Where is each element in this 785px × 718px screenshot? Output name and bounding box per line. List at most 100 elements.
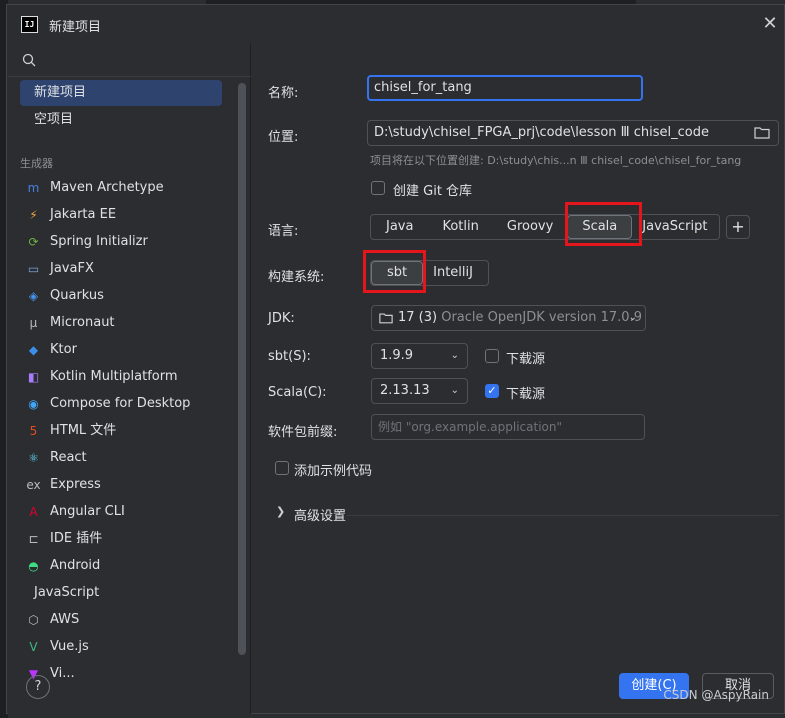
location-value: D:\study\chisel_FPGA_prj\code\lesson Ⅲ c… <box>374 125 709 140</box>
sidebar-item-aws[interactable]: ⬡ AWS <box>20 607 222 633</box>
sidebar-item-angular-cli[interactable]: A Angular CLI <box>20 499 222 525</box>
sidebar-item-label: Quarkus <box>50 288 104 303</box>
javafx-icon: ▭ <box>27 262 40 276</box>
sidebar: 新建项目 空项目 生成器 m Maven Archetype ⚡ Jakarta EE… <box>8 43 251 714</box>
sidebar-item-label: Micronaut <box>50 315 115 330</box>
sidebar-item-react[interactable]: ⚛ React <box>20 445 222 471</box>
sidebar-item-label: HTML 文件 <box>50 423 117 438</box>
jdk-dropdown[interactable]: 17 (3) Oracle OpenJDK version 17.0.9 ⌄ <box>371 305 646 331</box>
sidebar-item-label: 新建项目 <box>34 85 87 100</box>
sidebar-item-label: Express <box>50 477 101 492</box>
sidebar-item-javafx[interactable]: ▭ JavaFX <box>20 256 222 282</box>
scala-version-dropdown[interactable]: 2.13.13 ⌄ <box>371 378 468 404</box>
react-icon: ⚛ <box>28 451 39 465</box>
sidebar-item-jakarta-ee[interactable]: ⚡ Jakarta EE <box>20 202 222 228</box>
sidebar-item-label: Compose for Desktop <box>50 396 191 411</box>
aws-icon: ⬡ <box>28 613 39 627</box>
angular-cli-icon: A <box>29 505 38 519</box>
sidebar-item-compose-for-desktop[interactable]: ◉ Compose for Desktop <box>20 391 222 417</box>
sidebar-item-new-project[interactable]: 新建项目 <box>20 80 222 106</box>
sidebar-item-label: Spring Initializr <box>50 234 148 249</box>
location-label: 位置: <box>268 130 299 145</box>
sidebar-item-label: JavaFX <box>50 261 94 276</box>
sidebar-item-express[interactable]: ex Express <box>20 472 222 498</box>
csdn-watermark: CSDN @AspyRain <box>663 688 769 702</box>
sidebar-item-label: Ktor <box>50 342 77 357</box>
advanced-settings-toggle[interactable]: 高级设置 <box>294 505 346 524</box>
jdk-version: 17 (3) <box>398 310 438 325</box>
language-option-kotlin[interactable]: Kotlin <box>428 215 492 239</box>
sidebar-item-label: IDE 插件 <box>50 531 103 546</box>
sidebar-item-label: React <box>50 450 87 465</box>
sample-code-checkbox[interactable] <box>275 461 289 475</box>
build-highlight-box <box>363 250 426 293</box>
sidebar-item-quarkus[interactable]: ◈ Quarkus <box>20 283 222 309</box>
sidebar-item-html[interactable]: 5 HTML 文件 <box>20 418 222 444</box>
sidebar-item-vue-js[interactable]: V Vue.js <box>20 634 222 660</box>
ide-icon: ⊏ <box>28 532 39 546</box>
close-icon[interactable]: ✕ <box>760 14 780 34</box>
sidebar-item-micronaut[interactable]: μ Micronaut <box>20 310 222 336</box>
sidebar-item-vi[interactable]: ▼ Vi... <box>20 661 222 687</box>
sidebar-item-empty-project[interactable]: 空项目 <box>20 107 222 133</box>
chevron-right-icon[interactable]: ❯ <box>276 505 285 518</box>
help-button[interactable]: ? <box>26 675 50 699</box>
sidebar-item-label: 空项目 <box>34 112 74 127</box>
build-option-intellij[interactable]: IntelliJ <box>423 261 483 285</box>
sidebar-item-javascript[interactable]: JavaScript <box>20 580 222 606</box>
sample-code-label: 添加示例代码 <box>294 464 373 479</box>
sidebar-item-label: Android <box>50 558 101 573</box>
language-option-java[interactable]: Java <box>371 215 428 239</box>
name-field[interactable]: chisel_for_tang <box>367 75 643 101</box>
sidebar-item-ide[interactable]: ⊏ IDE 插件 <box>20 526 222 552</box>
language-option-groovy[interactable]: Groovy <box>493 215 567 239</box>
package-prefix-field[interactable]: 例如 "org.example.application" <box>371 414 645 440</box>
sidebar-item-kotlin-multiplatform[interactable]: ◧ Kotlin Multiplatform <box>20 364 222 390</box>
sidebar-item-label: Angular CLI <box>50 504 125 519</box>
chevron-down-icon: ⌄ <box>450 385 459 396</box>
search-icon <box>22 53 36 67</box>
build-system-label: 构建系统: <box>268 270 325 285</box>
location-hint: 项目将在以下位置创建: D:\study\chis...n Ⅲ chisel_c… <box>370 154 742 167</box>
location-field[interactable]: D:\study\chisel_FPGA_prj\code\lesson Ⅲ c… <box>367 120 779 146</box>
sidebar-item-label: Maven Archetype <box>50 180 164 195</box>
add-language-button[interactable]: + <box>726 215 750 239</box>
sidebar-item-android[interactable]: ◓ Android <box>20 553 222 579</box>
name-label: 名称: <box>268 86 299 101</box>
dialog-title: 新建项目 <box>49 20 102 35</box>
chevron-down-icon: ⌄ <box>628 312 637 323</box>
sidebar-group-generators: 生成器 <box>20 157 53 170</box>
language-label: 语言: <box>268 224 299 239</box>
spring-initializr-icon: ⟳ <box>28 235 39 249</box>
ktor-icon: ◆ <box>28 343 39 357</box>
scala-download-checkbox[interactable]: ✓ <box>485 384 499 398</box>
sidebar-item-label: JavaScript <box>34 585 100 600</box>
micronaut-icon: μ <box>29 316 38 330</box>
sidebar-search[interactable] <box>8 43 251 77</box>
html-icon: 5 <box>29 424 38 438</box>
maven-archetype-icon: m <box>27 181 40 195</box>
sbt-version-dropdown[interactable]: 1.9.9 ⌄ <box>371 343 468 369</box>
sidebar-item-ktor[interactable]: ◆ Ktor <box>20 337 222 363</box>
scala-download-label: 下载源 <box>506 387 546 402</box>
folder-icon[interactable] <box>754 126 770 139</box>
sbt-download-label: 下载源 <box>506 352 546 367</box>
title-bar: IJ 新建项目 ✕ <box>7 5 784 43</box>
sidebar-scrollbar[interactable] <box>238 83 246 655</box>
advanced-divider <box>347 515 779 516</box>
chevron-down-icon: ⌄ <box>450 350 459 361</box>
sbt-download-checkbox[interactable] <box>485 349 499 363</box>
sidebar-item-label: AWS <box>50 612 80 627</box>
sbt-label: sbt(S): <box>268 349 311 364</box>
sidebar-item-spring-initializr[interactable]: ⟳ Spring Initializr <box>20 229 222 255</box>
sidebar-item-label: Vue.js <box>50 639 89 654</box>
kotlin-multiplatform-icon: ◧ <box>27 370 40 384</box>
language-option-javascript[interactable]: JavaScript <box>632 215 717 239</box>
sidebar-item-label: Kotlin Multiplatform <box>50 369 178 384</box>
git-repo-checkbox[interactable] <box>371 181 385 195</box>
jakarta-ee-icon: ⚡ <box>29 208 38 222</box>
jdk-detail: Oracle OpenJDK version 17.0.9 <box>441 310 642 325</box>
sidebar-item-label: Jakarta EE <box>50 207 117 222</box>
compose-for-desktop-icon: ◉ <box>28 397 39 411</box>
sidebar-item-maven-archetype[interactable]: m Maven Archetype <box>20 175 222 201</box>
